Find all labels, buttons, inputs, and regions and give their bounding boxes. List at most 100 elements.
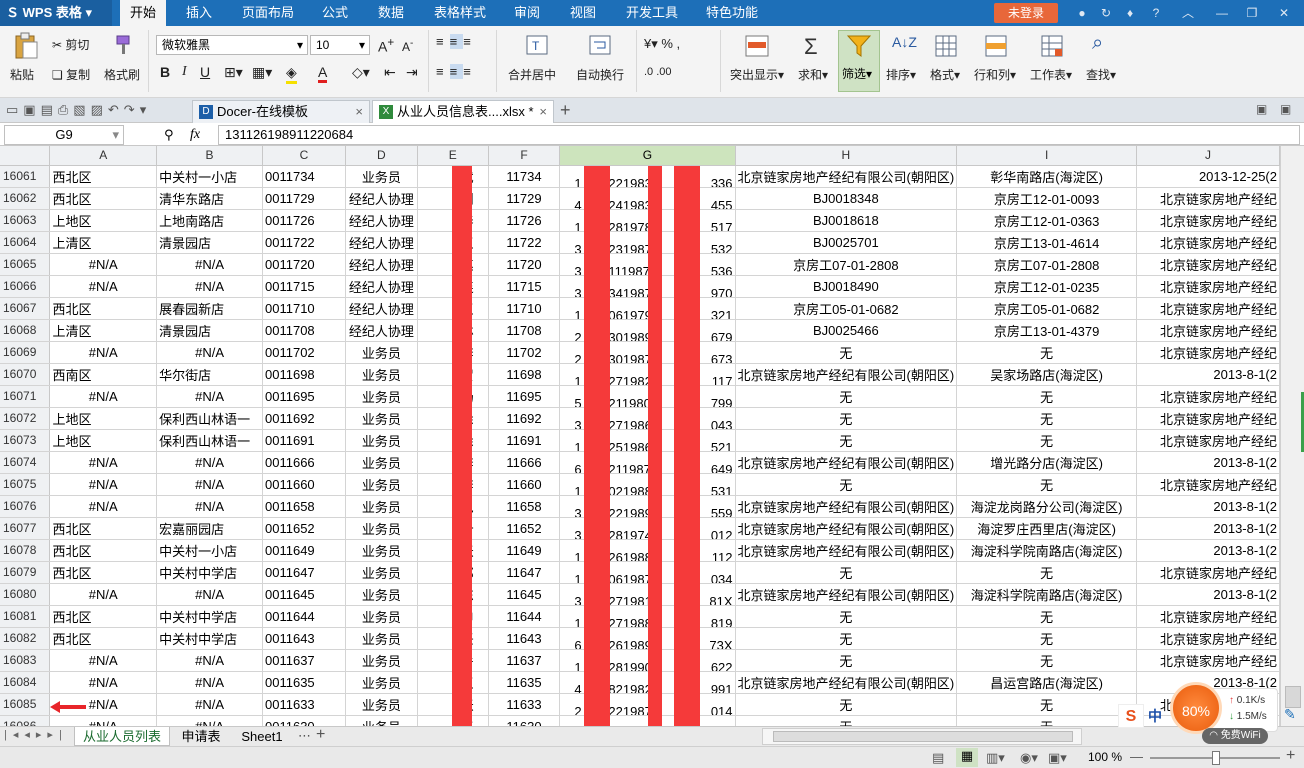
cell[interactable]: #N/A [49,495,158,518]
cell[interactable]: 西北区 [49,165,158,188]
cell[interactable]: 0011708 [262,319,346,342]
sheet-tab-active[interactable]: 从业人员列表 [74,727,170,746]
cell[interactable]: 0011652 [262,517,346,540]
row-header[interactable]: 16066 [0,275,51,298]
cell[interactable]: 无 [735,561,958,584]
cell[interactable]: 11649 [488,539,561,562]
scroll-thumb[interactable] [1285,686,1301,708]
cell[interactable]: 2013-8-1(2 [1136,583,1280,606]
cell[interactable]: 0011722 [262,231,346,254]
spreadsheet-grid[interactable]: ABCDEFGHIJ 16061西北区中关村一小店0011734业务员武1173… [0,146,1280,726]
cell[interactable]: #N/A [156,495,264,518]
page-layout-icon[interactable]: ▦ [956,748,978,767]
cell[interactable]: 海淀龙岗路分公司(海淀区) [956,495,1138,518]
cell[interactable]: #N/A [156,715,264,726]
cell[interactable]: 2013-8-1(2 [1136,495,1280,518]
row-header[interactable]: 16072 [0,407,51,430]
cell[interactable]: 11692 [488,407,561,430]
cell[interactable]: #N/A [156,583,264,606]
cell[interactable]: 11726 [488,209,561,232]
cell[interactable]: 11643 [488,627,561,650]
row-header[interactable]: 16064 [0,231,51,254]
cell[interactable]: 0011643 [262,627,346,650]
cell[interactable]: 0011715 [262,275,346,298]
cell[interactable]: #N/A [49,253,158,276]
help-icon[interactable]: ? [1148,5,1164,21]
cell[interactable]: 业务员 [345,165,418,188]
clear-format-icon[interactable]: ◇▾ [352,64,370,81]
zoom-in-icon[interactable]: + [1286,747,1295,765]
open-folder-icon[interactable]: ▭ [6,102,23,117]
cell[interactable]: 北京链家房地产经纪 [1136,319,1280,342]
shirt-icon[interactable]: ♦ [1122,5,1138,21]
cell[interactable]: 11734 [488,165,561,188]
cell[interactable]: 西北区 [49,605,158,628]
cell[interactable]: 2013-12-25(2 [1136,165,1280,188]
font-size-select[interactable]: 10 ▾ [310,35,370,55]
conditional-format-icon[interactable] [744,34,770,58]
select-all-corner[interactable] [0,146,51,166]
cell[interactable]: 业务员 [345,451,418,474]
window-icon[interactable]: ▣ [1256,102,1267,116]
cell[interactable]: 无 [735,715,958,726]
cell[interactable]: 北京链家房地产经纪 [1136,253,1280,276]
cell[interactable]: 11708 [488,319,561,342]
shrink-font-icon[interactable]: A- [402,38,413,54]
menu-item[interactable]: 表格样式 [434,0,486,26]
worksheet-button[interactable]: 工作表▾ [1030,66,1072,83]
italic-icon[interactable]: I [182,64,187,80]
cell[interactable]: 11660 [488,473,561,496]
row-header[interactable]: 16081 [0,605,51,628]
cell[interactable]: 11658 [488,495,561,518]
cell[interactable]: 上地区 [49,209,158,232]
paste-button[interactable]: 粘贴 [10,66,34,83]
cell[interactable]: 业务员 [345,473,418,496]
cell[interactable]: 海淀科学院南路店(海淀区) [956,583,1138,606]
cell[interactable]: 中关村中学店 [156,561,264,584]
menu-item[interactable]: 插入 [186,0,212,26]
align-center-icon[interactable]: ≡ [449,64,464,79]
cell[interactable]: 0011637 [262,649,346,672]
cell[interactable]: 京房工07-01-2808 [956,253,1138,276]
align-top-icon[interactable]: ≡≡≡ [436,34,477,49]
cell[interactable]: 0011649 [262,539,346,562]
minimize-icon[interactable]: — [1210,5,1234,21]
cell[interactable]: 华尔街店 [156,363,264,386]
menu-item[interactable]: 审阅 [514,0,540,26]
format-painter-icon[interactable] [112,34,134,56]
cell[interactable]: 11637 [488,649,561,672]
cell[interactable]: 业务员 [345,671,418,694]
cell[interactable]: 0011633 [262,693,346,716]
cell[interactable]: 清景园店 [156,231,264,254]
cell[interactable]: 上地区 [49,407,158,430]
cell[interactable]: 11729 [488,187,561,210]
cell[interactable]: 保利西山林语一 [156,407,264,430]
row-header[interactable]: 16071 [0,385,51,408]
fx-icon[interactable]: fx [190,127,200,143]
cell[interactable]: 11710 [488,297,561,320]
cell[interactable]: 京房工12-01-0093 [956,187,1138,210]
add-sheet-icon[interactable]: + [316,726,325,744]
cell[interactable]: 0011729 [262,187,346,210]
free-wifi-badge[interactable]: ◠ 免费WiFi [1202,728,1268,744]
cell[interactable]: 无 [956,627,1138,650]
cell[interactable]: 北京链家房地产经纪 [1136,275,1280,298]
cell[interactable]: 京房工12-01-0363 [956,209,1138,232]
cell[interactable]: 业务员 [345,363,418,386]
cell[interactable]: 京房工05-01-0682 [956,297,1138,320]
grow-font-icon[interactable]: A+ [378,36,394,55]
cell[interactable]: 北京链家房地产经纪有限公司(朝阳区) [735,671,958,694]
cell[interactable]: 京房工07-01-2808 [735,253,958,276]
column-header[interactable]: H [735,146,958,166]
merge-center-icon[interactable]: T [525,34,549,56]
decimal-icon[interactable]: .0 .00 [644,66,672,78]
cell[interactable]: 11702 [488,341,561,364]
row-header[interactable]: 16062 [0,187,51,210]
cell[interactable]: 2013-8-1(2 [1136,451,1280,474]
cell[interactable]: #N/A [156,693,264,716]
row-header[interactable]: 16073 [0,429,51,452]
cell[interactable]: 业务员 [345,605,418,628]
cell[interactable]: 无 [956,385,1138,408]
tab-xlsx[interactable]: X 从业人员信息表....xlsx * × [372,100,554,123]
cell[interactable]: 0011660 [262,473,346,496]
